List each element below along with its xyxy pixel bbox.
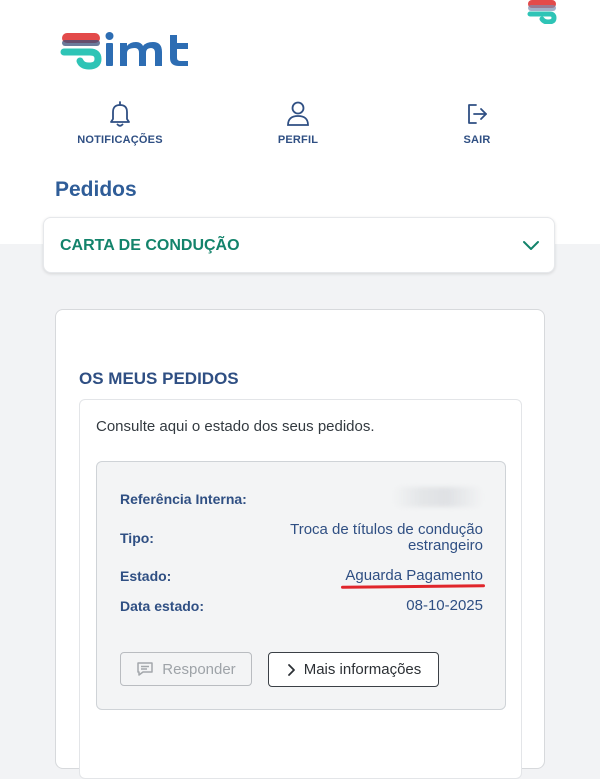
nav-profile-label: PERFIL xyxy=(277,134,319,146)
bell-icon xyxy=(110,101,130,127)
type-label: Tipo: xyxy=(120,530,154,546)
section-title: OS MEUS PEDIDOS xyxy=(79,369,239,388)
requests-intro-text: Consulte aqui o estado dos seus pedidos. xyxy=(96,418,375,435)
imt-logo[interactable] xyxy=(60,30,195,70)
service-select-dropdown[interactable]: CARTA DE CONDUÇÃO xyxy=(43,217,555,273)
reply-button[interactable]: Responder xyxy=(120,652,252,686)
status-value: Aguarda Pagamento xyxy=(345,567,483,584)
date-label: Data estado: xyxy=(120,598,205,614)
more-info-button[interactable]: Mais informações xyxy=(268,652,439,687)
nav-notifications-label: NOTIFICAÇÕES xyxy=(77,134,163,146)
nav-logout-label: SAIR xyxy=(463,134,491,146)
type-value: Troca de títulos de condução estrangeiro xyxy=(290,522,483,554)
message-icon xyxy=(137,662,154,676)
requests-card: OS MEUS PEDIDOS Consulte aqui o estado d… xyxy=(55,309,545,779)
service-select-value: CARTA DE CONDUÇÃO xyxy=(60,237,240,254)
more-info-button-label: Mais informações xyxy=(303,661,422,678)
type-value-line2: estrangeiro xyxy=(407,537,483,554)
nav-notifications[interactable]: NOTIFICAÇÕES xyxy=(50,100,190,146)
page-title: Pedidos xyxy=(55,178,137,201)
chevron-right-icon xyxy=(287,663,295,676)
status-highlight-underline xyxy=(340,584,486,589)
nav-logout[interactable]: SAIR xyxy=(407,100,547,146)
logout-icon xyxy=(468,104,487,124)
ref-value-redacted xyxy=(393,487,483,507)
date-value: 08-10-2025 xyxy=(406,597,483,614)
ref-label: Referência Interna: xyxy=(120,491,247,507)
requests-list-panel: Consulte aqui o estado dos seus pedidos.… xyxy=(79,399,522,779)
nav-profile[interactable]: PERFIL xyxy=(228,100,368,146)
request-item: Referência Interna: Tipo: Troca de títul… xyxy=(96,461,506,710)
chevron-down-icon xyxy=(523,241,539,250)
imt-corner-logo-icon xyxy=(527,0,557,24)
reply-button-label: Responder xyxy=(162,660,236,678)
user-icon xyxy=(287,101,309,126)
status-label: Estado: xyxy=(120,568,172,584)
type-value-line1: Troca de títulos de condução xyxy=(290,521,483,538)
